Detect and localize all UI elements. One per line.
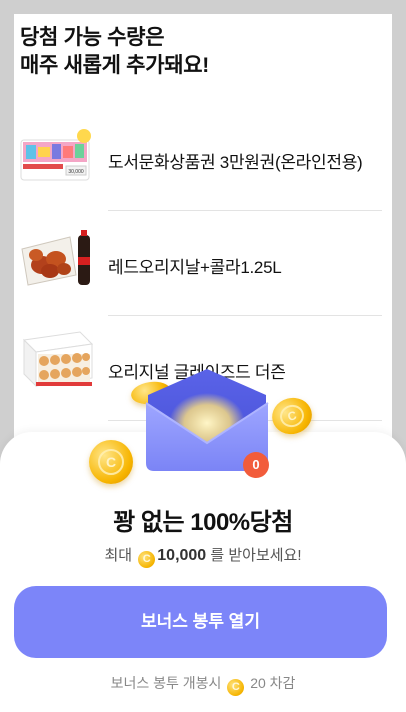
coin-icon: C (138, 551, 156, 568)
cost-note-prefix: 보너스 봉투 개봉시 (110, 675, 222, 691)
prize-label: 레드오리지날+콜라1.25L (108, 258, 282, 277)
headline-line-1: 당첨 가능 수량은 (20, 26, 165, 49)
coin-icon: C (89, 440, 133, 484)
gift-card-thumbnail-icon: 30,000 (20, 129, 91, 181)
headline-line-2: 매주 새롭게 추가돼요! (20, 54, 209, 77)
donut-box-thumbnail-icon (22, 331, 94, 388)
sheet-title: 꽝 없는 100%당첨 (113, 509, 293, 536)
coin-icon: C (227, 679, 245, 696)
sheet-sub-prefix: 최대 (104, 547, 133, 564)
sheet-subtitle: 최대 C 10,000 를 받아보세요! (0, 544, 406, 568)
open-bonus-envelope-button[interactable]: 보너스 봉투 열기 (14, 586, 387, 658)
headline: 당첨 가능 수량은 매주 새롭게 추가돼요! (20, 24, 320, 80)
prize-item-gift-card[interactable]: 30,000 도서문화상품권 3만원권(온라인전용) (14, 106, 392, 211)
cost-note-suffix: 20 차감 (250, 675, 296, 691)
prize-label: 도서문화상품권 3만원권(온라인전용) (108, 153, 363, 172)
sheet-sub-suffix: 를 받아보세요! (210, 547, 302, 564)
gift-card-value: 30,000 (68, 169, 84, 175)
cost-note: 보너스 봉투 개봉시 C 20 차감 (0, 673, 406, 696)
fried-chicken-cola-thumbnail-icon (21, 230, 90, 286)
prize-item-chicken[interactable]: 레드오리지날+콜라1.25L (14, 211, 392, 316)
max-reward-amount: 10,000 (157, 547, 207, 564)
envelope-count-badge: 0 (243, 452, 269, 478)
